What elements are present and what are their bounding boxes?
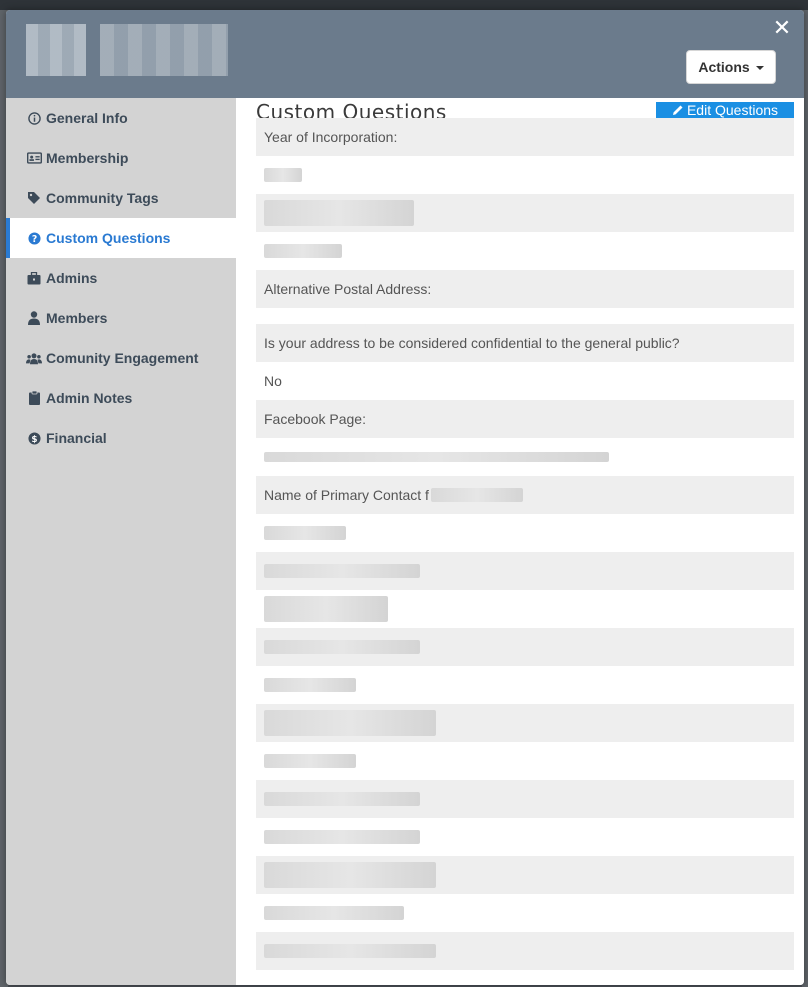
- pencil-icon: [672, 105, 683, 115]
- question-redacted: [256, 780, 794, 818]
- info-circle-icon: [26, 111, 42, 125]
- custom-questions-panel: Custom Questions Edit Questions Year of …: [236, 98, 804, 985]
- sidebar-item-members[interactable]: Members: [6, 298, 236, 338]
- answer-redacted: [256, 742, 794, 780]
- sidebar-item-general-info[interactable]: General Info: [6, 98, 236, 138]
- dollar-circle-icon: $: [26, 431, 42, 445]
- question-redacted: [256, 628, 794, 666]
- question-redacted: [256, 704, 794, 742]
- clipboard-icon: [26, 391, 42, 405]
- users-icon: [26, 352, 42, 365]
- sidebar-item-financial[interactable]: $ Financial: [6, 418, 236, 458]
- answer-redacted: [256, 232, 794, 270]
- sidebar-item-community-tags[interactable]: Community Tags: [6, 178, 236, 218]
- caret-down-icon: [755, 66, 764, 71]
- organization-modal: ✕ Actions General Info Membership Commun…: [6, 10, 804, 985]
- edit-questions-button[interactable]: Edit Questions: [656, 102, 794, 118]
- answer-address-confidential: No: [256, 362, 794, 400]
- answer-redacted: [256, 818, 794, 856]
- questions-list: Year of Incorporation: Alternative Posta…: [256, 118, 794, 970]
- question-year-of-incorporation: Year of Incorporation:: [256, 118, 794, 156]
- question-address-confidential: Is your address to be considered confide…: [256, 324, 794, 362]
- question-redacted: [256, 856, 794, 894]
- svg-text:?: ?: [31, 233, 36, 244]
- question-name-of-primary-contact: Name of Primary Contact f: [256, 476, 794, 514]
- sidebar-item-label: General Info: [46, 110, 128, 126]
- sidebar-item-label: Admins: [46, 270, 98, 286]
- answer-redacted: [256, 894, 794, 932]
- question-redacted: [256, 194, 794, 232]
- sidebar-item-admins[interactable]: Admins: [6, 258, 236, 298]
- answer-redacted: [256, 666, 794, 704]
- sidebar-item-label: Members: [46, 310, 108, 326]
- question-alternative-postal-address: Alternative Postal Address:: [256, 270, 794, 308]
- sidebar: General Info Membership Community Tags ?…: [6, 98, 236, 985]
- close-icon[interactable]: ✕: [772, 17, 792, 39]
- svg-text:$: $: [31, 434, 37, 444]
- answer-redacted: [256, 590, 794, 628]
- question-redacted: [256, 552, 794, 590]
- organization-logo: [26, 24, 86, 76]
- sidebar-item-label: Community Tags: [46, 190, 159, 206]
- sidebar-item-admin-notes[interactable]: Admin Notes: [6, 378, 236, 418]
- sidebar-item-label: Admin Notes: [46, 390, 133, 406]
- question-circle-icon: ?: [26, 231, 42, 245]
- edit-questions-label: Edit Questions: [686, 102, 779, 118]
- actions-label: Actions: [698, 59, 750, 75]
- answer-redacted: [256, 156, 794, 194]
- user-icon: [26, 311, 42, 325]
- sidebar-item-custom-questions[interactable]: ? Custom Questions: [6, 218, 236, 258]
- actions-button[interactable]: Actions: [686, 50, 776, 84]
- sidebar-item-label: Comunity Engagement: [46, 350, 199, 366]
- sidebar-item-label: Custom Questions: [46, 230, 171, 246]
- briefcase-icon: [26, 271, 42, 285]
- sidebar-item-label: Membership: [46, 150, 129, 166]
- answer-empty: [256, 308, 794, 324]
- organization-name-redacted: [100, 24, 228, 76]
- sidebar-item-label: Financial: [46, 430, 107, 446]
- answer-redacted: [256, 514, 794, 552]
- question-facebook-page: Facebook Page:: [256, 400, 794, 438]
- question-redacted: [256, 932, 794, 970]
- tag-icon: [26, 191, 42, 205]
- sidebar-item-membership[interactable]: Membership: [6, 138, 236, 178]
- id-card-icon: [26, 152, 42, 164]
- answer-redacted: [256, 438, 794, 476]
- question-label: Name of Primary Contact f: [264, 487, 429, 503]
- background-page-top: [0, 0, 808, 10]
- sidebar-item-comunity-engagement[interactable]: Comunity Engagement: [6, 338, 236, 378]
- modal-header: ✕ Actions: [6, 10, 804, 98]
